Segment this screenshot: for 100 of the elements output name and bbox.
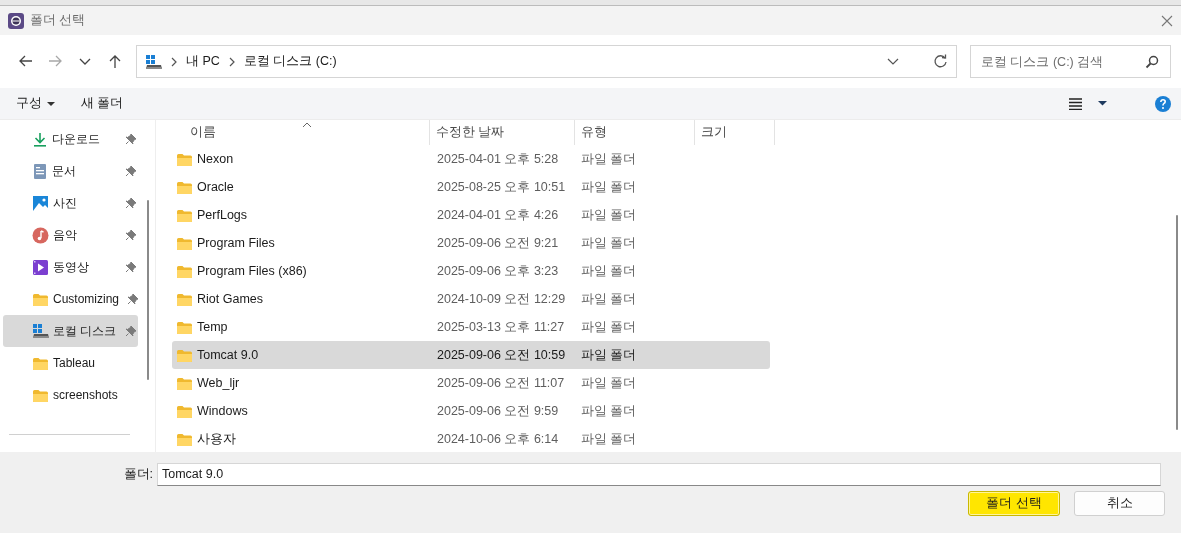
folder-icon xyxy=(176,207,193,223)
file-name: Temp xyxy=(196,320,229,334)
modified-date: 2025-09-06 오전 9:21 xyxy=(437,234,560,252)
close-icon[interactable] xyxy=(1161,14,1173,27)
folder-icon xyxy=(32,387,49,403)
new-folder-button[interactable]: 새 폴더 xyxy=(75,93,130,114)
caret-icon xyxy=(47,101,55,106)
file-row[interactable]: Riot Games 2024-10-09 오전 12:29 파일 폴더 xyxy=(172,285,770,313)
search-field[interactable]: 로컬 디스크 (C:) 검색 xyxy=(970,45,1171,78)
file-type: 파일 폴더 xyxy=(581,150,637,168)
document-icon xyxy=(32,162,48,180)
list-view-icon xyxy=(1069,97,1082,110)
file-name: PerfLogs xyxy=(196,208,249,222)
file-name: Program Files (x86) xyxy=(196,264,308,278)
scrollbar-thumb[interactable] xyxy=(147,200,149,380)
scrollbar-thumb[interactable] xyxy=(1176,215,1178,430)
file-type: 파일 폴더 xyxy=(581,374,637,392)
organize-menu[interactable]: 구성 xyxy=(10,93,61,114)
window-title: 폴더 선택 xyxy=(30,12,86,29)
forward-arrow-icon xyxy=(47,54,63,69)
folder-icon xyxy=(176,347,193,363)
address-bar[interactable]: 내 PC 로컬 디스크 (C:) xyxy=(136,45,957,78)
file-type: 파일 폴더 xyxy=(581,234,637,252)
file-row[interactable]: Nexon 2025-04-01 오후 5:28 파일 폴더 xyxy=(172,145,770,173)
breadcrumb[interactable]: 내 PC xyxy=(186,53,220,70)
modified-date: 2025-09-06 오전 10:59 xyxy=(437,346,567,364)
file-row[interactable]: Program Files 2025-09-06 오전 9:21 파일 폴더 xyxy=(172,229,770,257)
file-row[interactable]: Windows 2025-09-06 오전 9:59 파일 폴더 xyxy=(172,397,770,425)
sidebar-item[interactable]: 음악 xyxy=(3,219,138,251)
file-name: 사용자 xyxy=(196,430,237,448)
file-type: 파일 폴더 xyxy=(581,402,637,420)
modified-date: 2025-03-13 오후 11:27 xyxy=(437,318,566,336)
caret-icon xyxy=(1098,101,1107,106)
folder-icon xyxy=(176,319,193,335)
download-icon xyxy=(32,131,48,147)
folder-icon xyxy=(176,431,193,447)
help-icon[interactable] xyxy=(1155,95,1171,112)
modified-date: 2025-09-06 오후 3:23 xyxy=(437,262,560,280)
column-header[interactable]: 유형 xyxy=(575,120,695,145)
file-type: 파일 폴더 xyxy=(581,346,637,364)
column-header[interactable]: 크기 xyxy=(695,120,775,145)
folder-icon xyxy=(32,355,49,371)
file-row[interactable]: Temp 2025-03-13 오후 11:27 파일 폴더 xyxy=(172,313,770,341)
folder-icon xyxy=(176,291,193,307)
modified-date: 2024-10-09 오전 12:29 xyxy=(437,290,567,308)
picture-icon xyxy=(32,194,49,212)
modified-date: 2025-04-01 오후 5:28 xyxy=(437,150,560,168)
file-type: 파일 폴더 xyxy=(581,290,637,308)
search-icon[interactable] xyxy=(1145,55,1159,69)
file-type: 파일 폴더 xyxy=(581,262,637,280)
select-folder-button[interactable]: 폴더 선택 xyxy=(968,491,1060,516)
folder-icon xyxy=(176,151,193,167)
file-name: Web_ljr xyxy=(196,376,241,390)
file-type: 파일 폴더 xyxy=(581,430,637,448)
drive-icon xyxy=(32,323,49,339)
file-row[interactable]: Tomcat 9.0 2025-09-06 오전 10:59 파일 폴더 xyxy=(172,341,770,369)
folder-name-field[interactable]: Tomcat 9.0 xyxy=(157,462,1161,486)
file-row[interactable]: Oracle 2025-08-25 오후 10:51 파일 폴더 xyxy=(172,173,770,201)
file-type: 파일 폴더 xyxy=(581,178,637,196)
sidebar-item[interactable]: 사진 xyxy=(3,187,138,219)
refresh-icon[interactable] xyxy=(933,54,948,69)
sidebar-item[interactable]: 다운로드 xyxy=(3,123,138,155)
drive-icon xyxy=(145,53,162,70)
file-row[interactable]: Web_ljr 2025-09-06 오전 11:07 파일 폴더 xyxy=(172,369,770,397)
folder-icon xyxy=(176,403,193,419)
file-row[interactable]: 사용자 2024-10-06 오후 6:14 파일 폴더 xyxy=(172,425,770,452)
file-type: 파일 폴더 xyxy=(581,206,637,224)
sidebar-item[interactable]: 문서 xyxy=(3,155,138,187)
folder-icon xyxy=(176,235,193,251)
column-header[interactable]: 이름 xyxy=(172,120,430,145)
modified-date: 2024-10-06 오후 6:14 xyxy=(437,430,560,448)
sidebar-item[interactable]: Tableau xyxy=(3,347,138,379)
folder-icon xyxy=(176,375,193,391)
chevron-down-icon[interactable] xyxy=(887,58,899,65)
file-name: Windows xyxy=(196,404,249,418)
music-note-icon xyxy=(32,226,49,244)
file-name: Nexon xyxy=(196,152,235,166)
file-type: 파일 폴더 xyxy=(581,318,637,336)
cancel-button[interactable]: 취소 xyxy=(1074,491,1165,516)
file-name: Tomcat 9.0 xyxy=(196,348,260,362)
file-name: Program Files xyxy=(196,236,276,250)
up-arrow-icon xyxy=(107,54,123,69)
sidebar-item[interactable]: 동영상 xyxy=(3,251,138,283)
field-label: 폴더: xyxy=(122,465,154,483)
modified-date: 2025-09-06 오전 11:07 xyxy=(437,374,566,392)
folder-icon xyxy=(176,179,193,195)
breadcrumb[interactable]: 로컬 디스크 (C:) xyxy=(243,53,337,70)
modified-date: 2025-08-25 오후 10:51 xyxy=(437,178,567,196)
back-arrow-icon xyxy=(17,54,33,69)
file-name: Oracle xyxy=(196,180,235,194)
app-icon xyxy=(8,12,24,29)
column-header[interactable]: 수정한 날짜 xyxy=(430,120,575,145)
sidebar-item[interactable]: Customizing xyxy=(3,283,138,315)
sidebar-item[interactable]: 로컬 디스크 xyxy=(3,315,138,347)
sidebar-item[interactable]: screenshots xyxy=(3,379,138,411)
file-row[interactable]: Program Files (x86) 2025-09-06 오후 3:23 파일 폴더 xyxy=(172,257,770,285)
file-row[interactable]: PerfLogs 2024-04-01 오후 4:26 파일 폴더 xyxy=(172,201,770,229)
modified-date: 2025-09-06 오전 9:59 xyxy=(437,402,560,420)
folder-icon xyxy=(32,291,49,307)
file-name: Riot Games xyxy=(196,292,264,306)
